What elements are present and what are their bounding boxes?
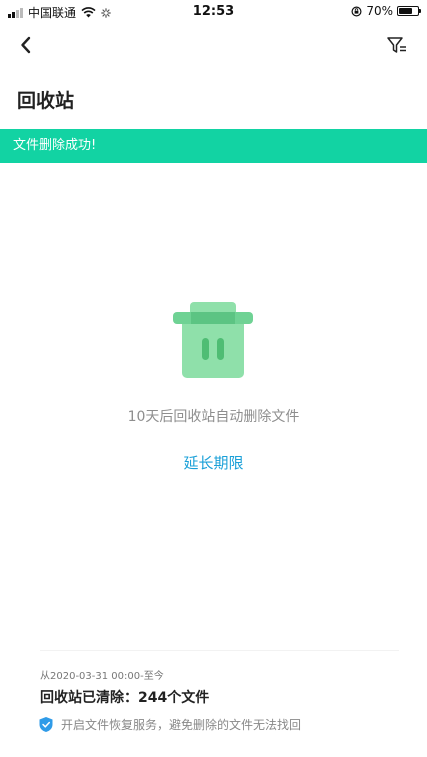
success-toast: 文件删除成功! bbox=[0, 129, 427, 163]
recovery-service-row[interactable]: 开启文件恢复服务，避免删除的文件无法找回 bbox=[38, 716, 301, 733]
shield-icon bbox=[39, 717, 53, 732]
chevron-left-icon bbox=[21, 36, 31, 54]
battery-icon bbox=[397, 6, 421, 16]
filter-button[interactable] bbox=[385, 32, 409, 58]
filter-icon bbox=[387, 37, 406, 53]
cleared-count: 回收站已清除：244个文件 bbox=[40, 690, 210, 706]
recovery-service-text: 开启文件恢复服务，避免删除的文件无法找回 bbox=[61, 718, 302, 732]
auto-delete-info: 10天后回收站自动删除文件 bbox=[127, 409, 300, 425]
status-right: 70% bbox=[351, 4, 421, 18]
trash-icon bbox=[170, 298, 256, 382]
extend-period-link[interactable]: 延长期限 bbox=[0, 452, 427, 473]
back-button[interactable] bbox=[14, 32, 38, 58]
battery-fill bbox=[399, 8, 412, 14]
battery-percent: 70% bbox=[366, 4, 393, 18]
divider bbox=[40, 650, 399, 651]
page-title: 回收站 bbox=[17, 90, 75, 112]
status-bar: 中国联通 12:53 70% bbox=[0, 0, 427, 24]
since-date: 从2020-03-31 00:00-至今 bbox=[40, 671, 164, 682]
orientation-lock-icon bbox=[351, 5, 362, 17]
navigation-bar bbox=[0, 28, 427, 62]
